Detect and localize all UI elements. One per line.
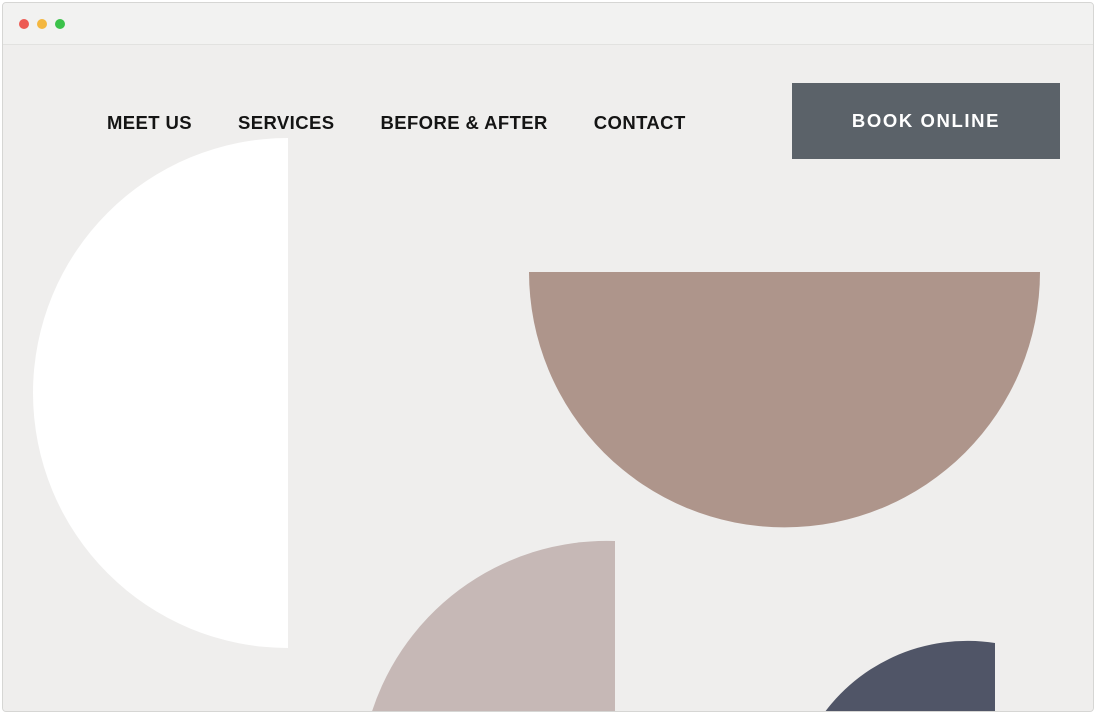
main-navigation: MEET US SERVICES BEFORE & AFTER CONTACT	[107, 111, 732, 135]
maximize-window-button[interactable]	[55, 19, 65, 29]
nav-link-services[interactable]: SERVICES	[238, 112, 334, 134]
blush-quarter-circle-shape	[372, 540, 615, 711]
website-page: MEET US SERVICES BEFORE & AFTER CONTACT …	[3, 45, 1093, 711]
window-titlebar	[3, 3, 1093, 45]
browser-window: MEET US SERVICES BEFORE & AFTER CONTACT …	[2, 2, 1094, 712]
minimize-window-button[interactable]	[37, 19, 47, 29]
book-online-button[interactable]: BOOK ONLINE	[792, 83, 1060, 159]
nav-link-contact[interactable]: CONTACT	[594, 112, 686, 134]
close-window-button[interactable]	[19, 19, 29, 29]
white-half-circle-shape	[33, 138, 288, 648]
slate-quarter-circle-shape	[825, 640, 995, 711]
nav-link-before-after[interactable]: BEFORE & AFTER	[380, 112, 547, 134]
nav-link-meet-us[interactable]: MEET US	[107, 112, 192, 134]
taupe-half-circle-shape	[529, 272, 1040, 528]
